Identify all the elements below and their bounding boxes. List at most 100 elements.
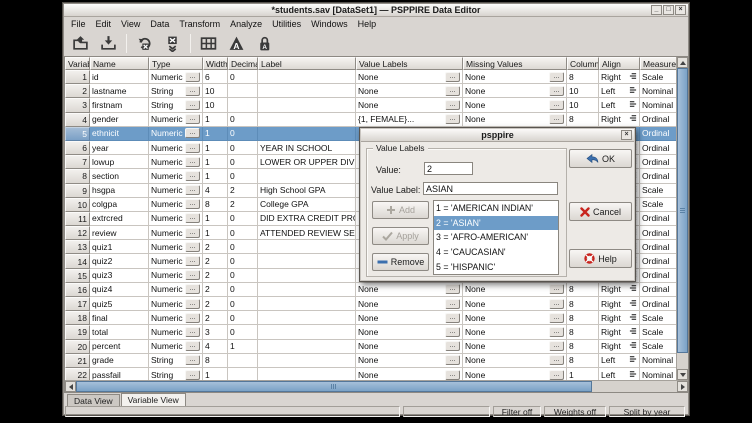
more-button[interactable]: ... (185, 370, 200, 380)
cell-width[interactable]: 2 (203, 240, 228, 254)
cell-decimals[interactable] (228, 354, 258, 368)
cell-num[interactable]: 5 (65, 127, 90, 141)
more-button[interactable]: ... (185, 228, 200, 238)
cell-name[interactable]: grade (90, 354, 149, 368)
more-button[interactable]: ... (549, 355, 564, 365)
cell-decimals[interactable]: 0 (228, 311, 258, 325)
more-button[interactable]: ... (445, 370, 460, 380)
cell-num[interactable]: 17 (65, 297, 90, 311)
cell-measure[interactable]: Nominal (640, 84, 677, 98)
cell-decimals[interactable] (228, 98, 258, 112)
cell-align[interactable]: Left (599, 84, 640, 98)
column-header-name[interactable]: Name (90, 57, 149, 70)
more-button[interactable]: ... (445, 313, 460, 323)
value-label-item[interactable]: 4 = 'CAUCASIAN' (434, 245, 558, 260)
cell-measure[interactable]: Nominal (640, 98, 677, 112)
more-button[interactable]: ... (185, 213, 200, 223)
cell-missing[interactable]: None... (463, 354, 567, 368)
cell-width[interactable]: 1 (203, 226, 228, 240)
cell-columns[interactable]: 8 (567, 325, 599, 339)
cell-width[interactable]: 1 (203, 155, 228, 169)
horizontal-scroll-thumb[interactable] (76, 381, 592, 392)
cell-measure[interactable]: Scale (640, 325, 677, 339)
cell-width[interactable]: 2 (203, 269, 228, 283)
cell-label[interactable] (258, 254, 356, 268)
more-button[interactable]: ... (185, 72, 200, 82)
cell-measure[interactable]: Ordinal (640, 226, 677, 240)
cell-name[interactable]: quiz3 (90, 269, 149, 283)
more-button[interactable]: ... (185, 341, 200, 351)
cell-align[interactable]: Right (599, 70, 640, 84)
cell-missing[interactable]: None... (463, 325, 567, 339)
cell-columns[interactable]: 10 (567, 84, 599, 98)
cell-value_labels[interactable]: None... (356, 354, 463, 368)
cell-measure[interactable]: Ordinal (640, 283, 677, 297)
column-header-measure[interactable]: Measure (640, 57, 677, 70)
scroll-down-button[interactable] (677, 369, 688, 380)
cell-align[interactable]: Right (599, 325, 640, 339)
cell-width[interactable]: 6 (203, 70, 228, 84)
menu-help[interactable]: Help (353, 18, 382, 30)
column-header-columns[interactable]: Columns (567, 57, 599, 70)
cell-name[interactable]: year (90, 141, 149, 155)
more-button[interactable]: ... (185, 199, 200, 209)
cell-label[interactable] (258, 98, 356, 112)
more-button[interactable]: ... (185, 171, 200, 181)
cell-decimals[interactable]: 0 (228, 226, 258, 240)
cell-num[interactable]: 18 (65, 311, 90, 325)
cell-name[interactable]: lastname (90, 84, 149, 98)
cell-label[interactable]: YEAR IN SCHOOL (258, 141, 356, 155)
cell-measure[interactable]: Scale (640, 70, 677, 84)
cell-name[interactable]: quiz1 (90, 240, 149, 254)
cell-type[interactable]: Numeric... (149, 226, 203, 240)
cell-type[interactable]: Numeric... (149, 269, 203, 283)
toolbar-save-button[interactable] (95, 32, 122, 55)
cell-measure[interactable]: Ordinal (640, 240, 677, 254)
cell-label[interactable]: DID EXTRA CREDIT PRO (258, 212, 356, 226)
more-button[interactable]: ... (185, 284, 200, 294)
cell-type[interactable]: Numeric... (149, 297, 203, 311)
cell-decimals[interactable]: 0 (228, 127, 258, 141)
cell-width[interactable]: 1 (203, 169, 228, 183)
cell-type[interactable]: Numeric... (149, 169, 203, 183)
close-icon[interactable]: × (675, 5, 686, 15)
cell-label[interactable]: ATTENDED REVIEW SES (258, 226, 356, 240)
column-header-width[interactable]: Width (203, 57, 228, 70)
cell-type[interactable]: Numeric... (149, 283, 203, 297)
cell-num[interactable]: 21 (65, 354, 90, 368)
cell-name[interactable]: extrcred (90, 212, 149, 226)
cell-measure[interactable]: Ordinal (640, 155, 677, 169)
cell-width[interactable]: 1 (203, 113, 228, 127)
cell-name[interactable]: colgpa (90, 198, 149, 212)
dialog-titlebar[interactable]: psppire × (361, 129, 634, 142)
more-button[interactable]: ... (185, 86, 200, 96)
cell-num[interactable]: 9 (65, 184, 90, 198)
cell-missing[interactable]: None... (463, 113, 567, 127)
menu-edit[interactable]: Edit (91, 18, 117, 30)
cell-name[interactable]: firstnam (90, 98, 149, 112)
cell-measure[interactable]: Nominal (640, 354, 677, 368)
more-button[interactable]: ... (445, 341, 460, 351)
cell-columns[interactable]: 8 (567, 297, 599, 311)
cell-name[interactable]: hsgpa (90, 184, 149, 198)
cell-type[interactable]: Numeric... (149, 127, 203, 141)
cell-columns[interactable]: 8 (567, 70, 599, 84)
horizontal-scrollbar[interactable] (65, 380, 688, 392)
more-button[interactable]: ... (549, 299, 564, 309)
cell-type[interactable]: String... (149, 84, 203, 98)
cell-decimals[interactable]: 0 (228, 240, 258, 254)
value-label-item[interactable]: 2 = 'ASIAN' (434, 216, 558, 231)
more-button[interactable]: ... (445, 114, 460, 124)
toolbar-goto-case-button[interactable] (131, 32, 158, 55)
cell-columns[interactable]: 8 (567, 354, 599, 368)
toolbar-variables-grid-button[interactable] (195, 32, 222, 55)
cell-decimals[interactable]: 0 (228, 297, 258, 311)
cell-num[interactable]: 1 (65, 70, 90, 84)
value-input[interactable] (424, 162, 473, 175)
more-button[interactable]: ... (185, 313, 200, 323)
cell-width[interactable]: 8 (203, 354, 228, 368)
cell-decimals[interactable]: 0 (228, 212, 258, 226)
cell-columns[interactable]: 8 (567, 311, 599, 325)
cell-num[interactable]: 12 (65, 226, 90, 240)
menu-analyze[interactable]: Analyze (225, 18, 267, 30)
